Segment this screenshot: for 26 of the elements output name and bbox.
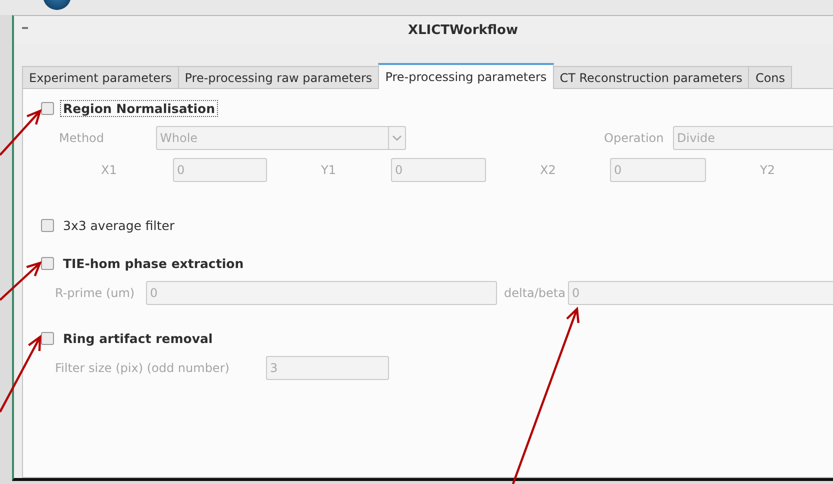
chevron-icon [392, 135, 402, 141]
field-label: Filter size (pix) (odd number) [55, 361, 230, 375]
checkbox[interactable] [41, 102, 54, 114]
field-label: Y1 [320, 163, 337, 177]
checkbox-label[interactable]: Ring artifact removal [60, 330, 216, 346]
checkbox-label[interactable]: TIE-hom phase extraction [60, 254, 247, 272]
tab[interactable]: Experiment parameters [22, 66, 179, 88]
window-title: XLICTWorkflow [408, 22, 518, 38]
tab[interactable]: Pre-processing raw parameters [178, 66, 380, 88]
field-label: Y2 [759, 163, 776, 177]
checkbox-label[interactable]: Region Normalisation [60, 100, 218, 116]
tab[interactable]: Cons [748, 66, 792, 88]
field-label: X2 [539, 163, 557, 177]
field-label: Method [59, 131, 106, 145]
checkbox[interactable] [41, 256, 54, 270]
checkbox[interactable] [41, 218, 54, 232]
checkbox[interactable] [41, 332, 54, 344]
field-label: delta/beta [503, 286, 566, 300]
field-label: R-prime (um) [55, 286, 136, 300]
annotation-arrow [0, 261, 42, 301]
tab[interactable]: Pre-processing parameters [378, 63, 554, 89]
tab[interactable]: CT Reconstruction parameters [552, 66, 750, 88]
field-label: Operation [604, 131, 665, 145]
field-label: X1 [101, 163, 118, 177]
annotation-arrow [0, 109, 42, 156]
checkbox-label[interactable]: 3x3 average filter [60, 216, 178, 234]
